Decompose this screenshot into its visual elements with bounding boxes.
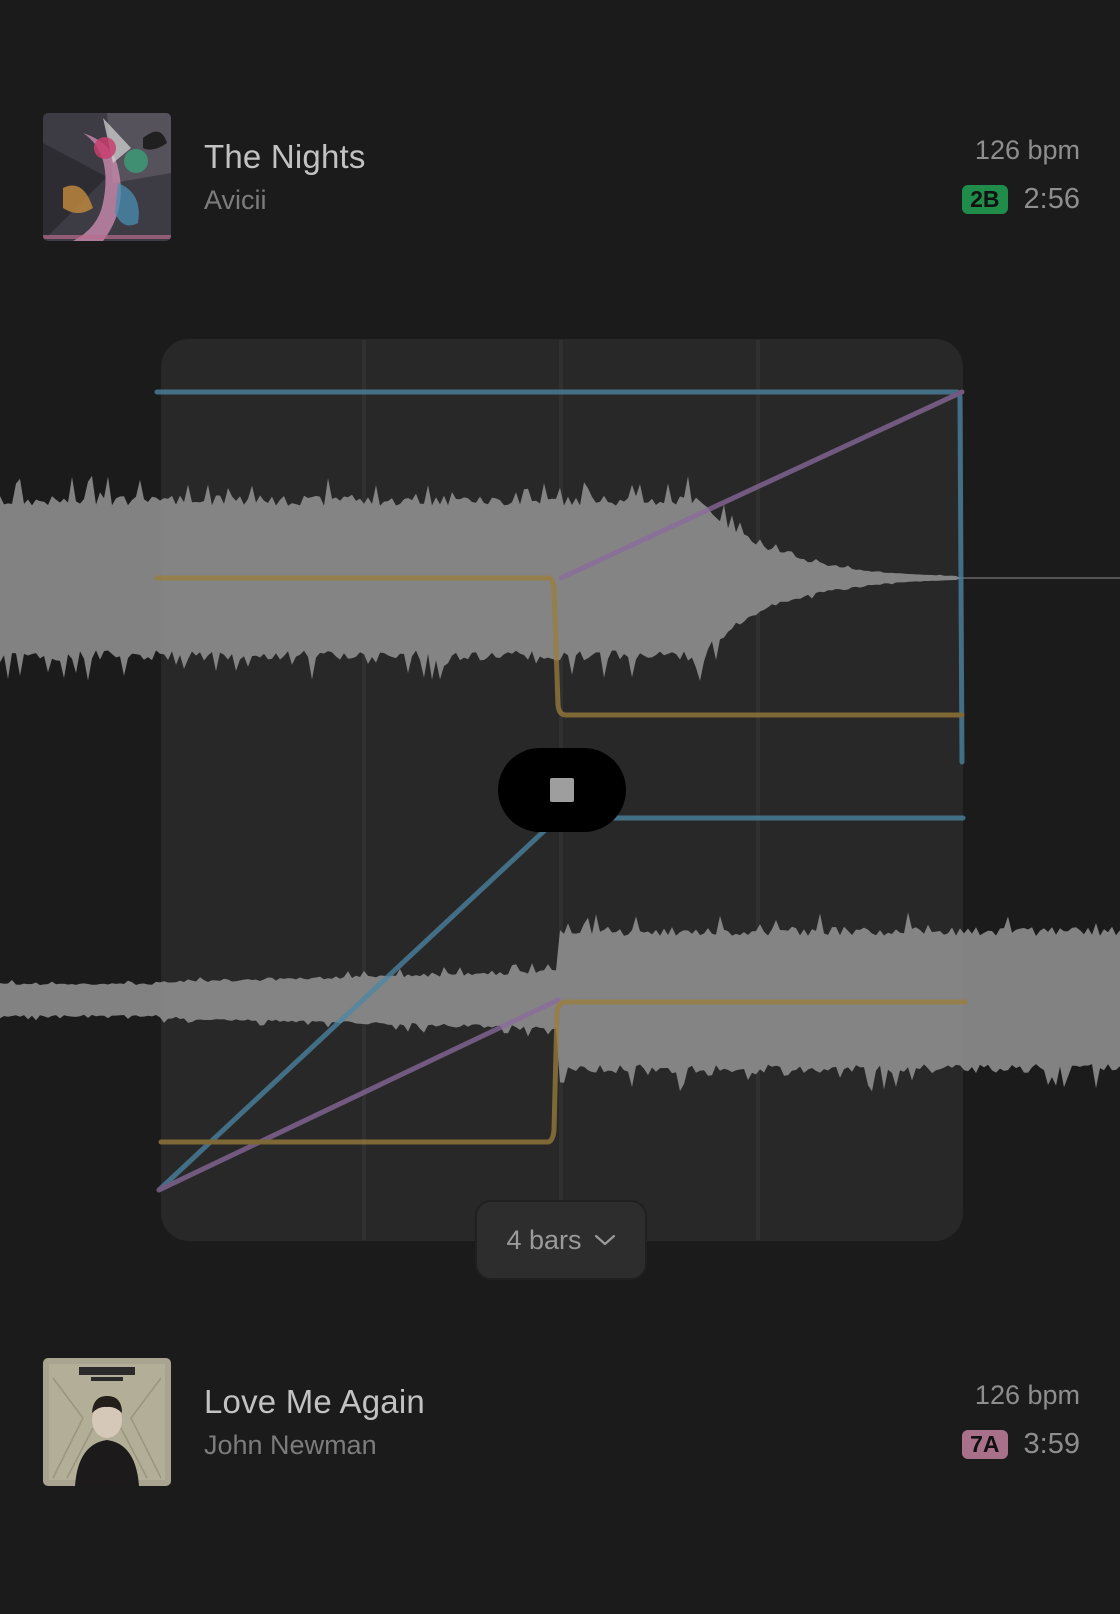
track-bpm: 126 bpm: [974, 1380, 1080, 1410]
album-art-love-me-again: [43, 1358, 171, 1486]
track-meta: 2B 2:56: [962, 183, 1080, 216]
incoming-eq-curve: [156, 997, 561, 1193]
album-art-the-nights: [43, 113, 171, 241]
track-artist: Avicii: [204, 185, 267, 215]
stop-button[interactable]: [498, 748, 626, 832]
key-badge: 2B: [962, 185, 1008, 214]
track-duration: 3:59: [1023, 1428, 1080, 1460]
track-artist: John Newman: [204, 1430, 377, 1460]
track-bpm: 126 bpm: [974, 135, 1080, 165]
track-title: Love Me Again: [204, 1383, 425, 1420]
transition-length-label: 4 bars: [506, 1224, 582, 1255]
track-meta: 7A 3:59: [962, 1428, 1080, 1461]
transition-length-dropdown[interactable]: 4 bars: [475, 1200, 647, 1280]
track-title: The Nights: [204, 138, 366, 175]
track-duration: 2:56: [1023, 183, 1080, 215]
key-badge: 7A: [962, 1430, 1008, 1459]
outgoing-track[interactable]: The Nights Avicii 126 bpm 2B 2:56: [43, 113, 1080, 243]
incoming-track[interactable]: Love Me Again John Newman 126 bpm 7A 3:5…: [43, 1358, 1080, 1488]
stop-icon: [550, 778, 574, 802]
chevron-down-icon: [594, 1234, 615, 1246]
